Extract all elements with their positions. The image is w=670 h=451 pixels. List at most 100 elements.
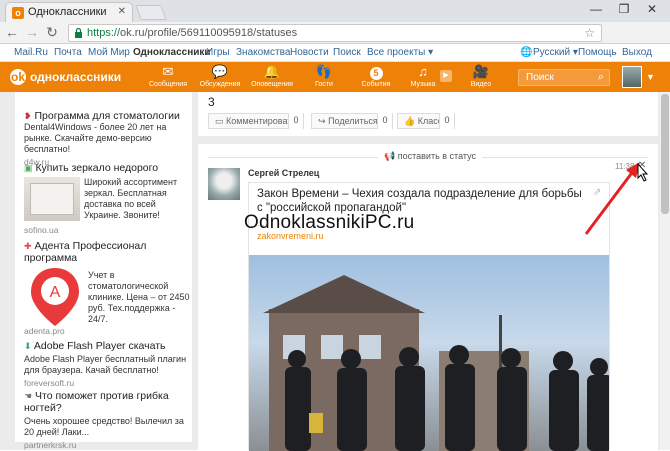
comment-button[interactable]: ▭ Комментировать 0 <box>208 113 304 129</box>
ad-image <box>24 177 80 221</box>
brand-name[interactable]: одноклассники <box>30 70 121 84</box>
hand-icon: ☚ <box>24 391 33 401</box>
link-exit[interactable]: Выход <box>622 47 652 58</box>
share-button[interactable]: ↪ Поделиться 0 <box>311 113 393 129</box>
author-avatar[interactable] <box>208 168 240 200</box>
page-scrollbar[interactable] <box>660 92 670 450</box>
link-news[interactable]: Новости <box>290 47 329 58</box>
comment-label: Комментировать <box>226 116 297 126</box>
events-badge: 5 <box>369 67 383 80</box>
back-icon[interactable]: ← <box>4 24 20 40</box>
thumbs-up-icon: 👍 <box>404 116 416 126</box>
link-mailru[interactable]: Mail.Ru <box>14 47 48 58</box>
language-select[interactable]: Русский ▾ <box>533 47 578 58</box>
scrollbar-thumb[interactable] <box>661 94 669 214</box>
chevron-down-icon[interactable]: ▼ <box>646 72 655 82</box>
nav-label: События <box>361 81 391 88</box>
mirror-shape <box>30 183 74 215</box>
ad-desc: Очень хорошее средство! Вылечил за 20 дн… <box>24 416 184 437</box>
status-header[interactable]: 📢 поставить в статус <box>378 151 482 162</box>
comment-icon: ▭ <box>215 116 224 126</box>
ok-logo-icon: о <box>12 7 24 19</box>
share-label: Поделиться <box>328 116 378 126</box>
link-title[interactable]: Закон Времени – Чехия создала подразделе… <box>257 187 587 215</box>
link-mail[interactable]: Почта <box>54 47 82 58</box>
ad-item[interactable]: ❥ Программа для стоматологии Dental4Wind… <box>24 110 190 167</box>
bookmark-star-icon[interactable]: ☆ <box>584 26 595 40</box>
share-count: 0 <box>377 113 392 129</box>
lock-icon <box>75 28 82 38</box>
link-all-projects[interactable]: Все проекты ▾ <box>367 47 433 58</box>
ok-logo-icon[interactable]: ok <box>10 69 26 85</box>
link-photo[interactable] <box>249 255 609 451</box>
ad-item[interactable]: ▣ Купить зеркало недорого Широкий ассорт… <box>24 162 190 235</box>
ad-title-text: Программа для стоматологии <box>34 110 180 122</box>
link-search[interactable]: Поиск <box>333 47 361 58</box>
nav-label: Обсуждения <box>199 81 241 88</box>
ad-title: ✚ Адента Профессионал программа <box>24 240 190 264</box>
ad-title-text: Адента Профессионал программа <box>24 240 147 264</box>
browser-tab[interactable]: о Одноклассники ✕ <box>5 2 133 22</box>
envelope-icon: ✉ <box>162 64 174 79</box>
location-pin-icon: A <box>31 268 79 326</box>
link-help[interactable]: Помощь <box>578 47 617 58</box>
play-icon[interactable]: ▶ <box>440 70 452 82</box>
tab-title: Одноклассники <box>28 6 107 18</box>
share-icon: ↪ <box>318 116 326 126</box>
link-ok[interactable]: Одноклассники <box>133 47 211 58</box>
forward-icon[interactable]: → <box>24 24 40 40</box>
close-tab-icon[interactable]: ✕ <box>118 6 126 17</box>
search-input[interactable]: Поиск ⌕ <box>518 69 610 86</box>
comment-count: 0 <box>288 113 303 129</box>
minimize-icon[interactable]: — <box>584 2 608 16</box>
ad-url: sofino.ua <box>24 225 59 235</box>
ads-column: ❥ Программа для стоматологии Dental4Wind… <box>15 92 192 450</box>
mirror-icon: ▣ <box>24 163 33 173</box>
nav-label: Гости <box>315 81 333 88</box>
ad-url: foreversoft.ru <box>24 378 75 388</box>
ad-item[interactable]: ⬇ Adobe Flash Player скачать Adobe Flash… <box>24 340 190 388</box>
link-mymir[interactable]: Мой Мир <box>88 47 130 58</box>
link-dating[interactable]: Знакомства <box>236 47 290 58</box>
ad-title-text: Купить зеркало недорого <box>35 162 159 174</box>
nav-discussions[interactable]: 💬 Обсуждения <box>195 65 245 89</box>
nav-messages[interactable]: ✉ Сообщения <box>143 65 193 89</box>
ad-url: partnerkrsk.ru <box>24 440 77 450</box>
page-body: ❥ Программа для стоматологии Dental4Wind… <box>0 92 670 451</box>
user-avatar[interactable] <box>622 66 642 88</box>
new-tab-button[interactable] <box>135 5 167 20</box>
main-nav: ok одноклассники ✉ Сообщения 💬 Обсуждени… <box>0 62 670 92</box>
plus-icon: ✚ <box>24 241 32 251</box>
portal-links-bar: Mail.Ru Почта Мой Мир Одноклассники Игры… <box>0 44 670 62</box>
ad-item[interactable]: ✚ Адента Профессионал программа A Учет в… <box>24 240 190 336</box>
watermark-text: OdnoklassnikiPC.ru <box>244 212 415 233</box>
search-placeholder: Поиск <box>526 72 554 83</box>
nav-guests[interactable]: 👣 Гости <box>299 65 349 89</box>
status-header-label: поставить в статус <box>397 151 476 161</box>
reload-icon[interactable]: ↻ <box>44 24 60 41</box>
url-scheme: https:// <box>87 27 121 39</box>
globe-icon: 🌐 <box>520 47 533 58</box>
ad-title: ❥ Программа для стоматологии <box>24 110 190 122</box>
nav-notifications[interactable]: 🔔 Оповещения <box>247 65 297 89</box>
ad-desc: Dental4Windows - более 20 лет на рынке. … <box>24 122 167 154</box>
nav-label: Оповещения <box>251 81 293 88</box>
toolbar: ← → ↻ https://ok.ru/profile/569110095918… <box>0 22 670 62</box>
post-text: 3 <box>208 95 215 109</box>
ad-url: adenta.pro <box>24 326 65 336</box>
like-button[interactable]: 👍 Класс 0 <box>397 113 455 129</box>
nav-events[interactable]: 5 События <box>351 65 401 89</box>
feed-card: 📢 поставить в статус Сергей Стрелец 11:3… <box>198 144 658 451</box>
feed-card: 3 ▭ Комментировать 0 ↪ Поделиться 0 👍 Кл… <box>198 92 658 136</box>
link-games[interactable]: Игры <box>206 47 230 58</box>
police-photo-illustration <box>263 275 609 451</box>
chat-icon: 💬 <box>211 64 229 79</box>
close-window-icon[interactable]: ✕ <box>640 2 664 16</box>
bell-icon: 🔔 <box>263 64 281 79</box>
maximize-icon[interactable]: ❐ <box>612 2 636 16</box>
author-name[interactable]: Сергей Стрелец <box>248 168 319 178</box>
address-bar[interactable]: https://ok.ru/profile/569110095918/statu… <box>68 24 602 42</box>
ad-item[interactable]: ☚ Что поможет против грибка ногтей? Очен… <box>24 390 190 450</box>
video-camera-icon: 🎥 <box>472 64 490 79</box>
nav-video[interactable]: 🎥 Видео <box>456 65 506 89</box>
